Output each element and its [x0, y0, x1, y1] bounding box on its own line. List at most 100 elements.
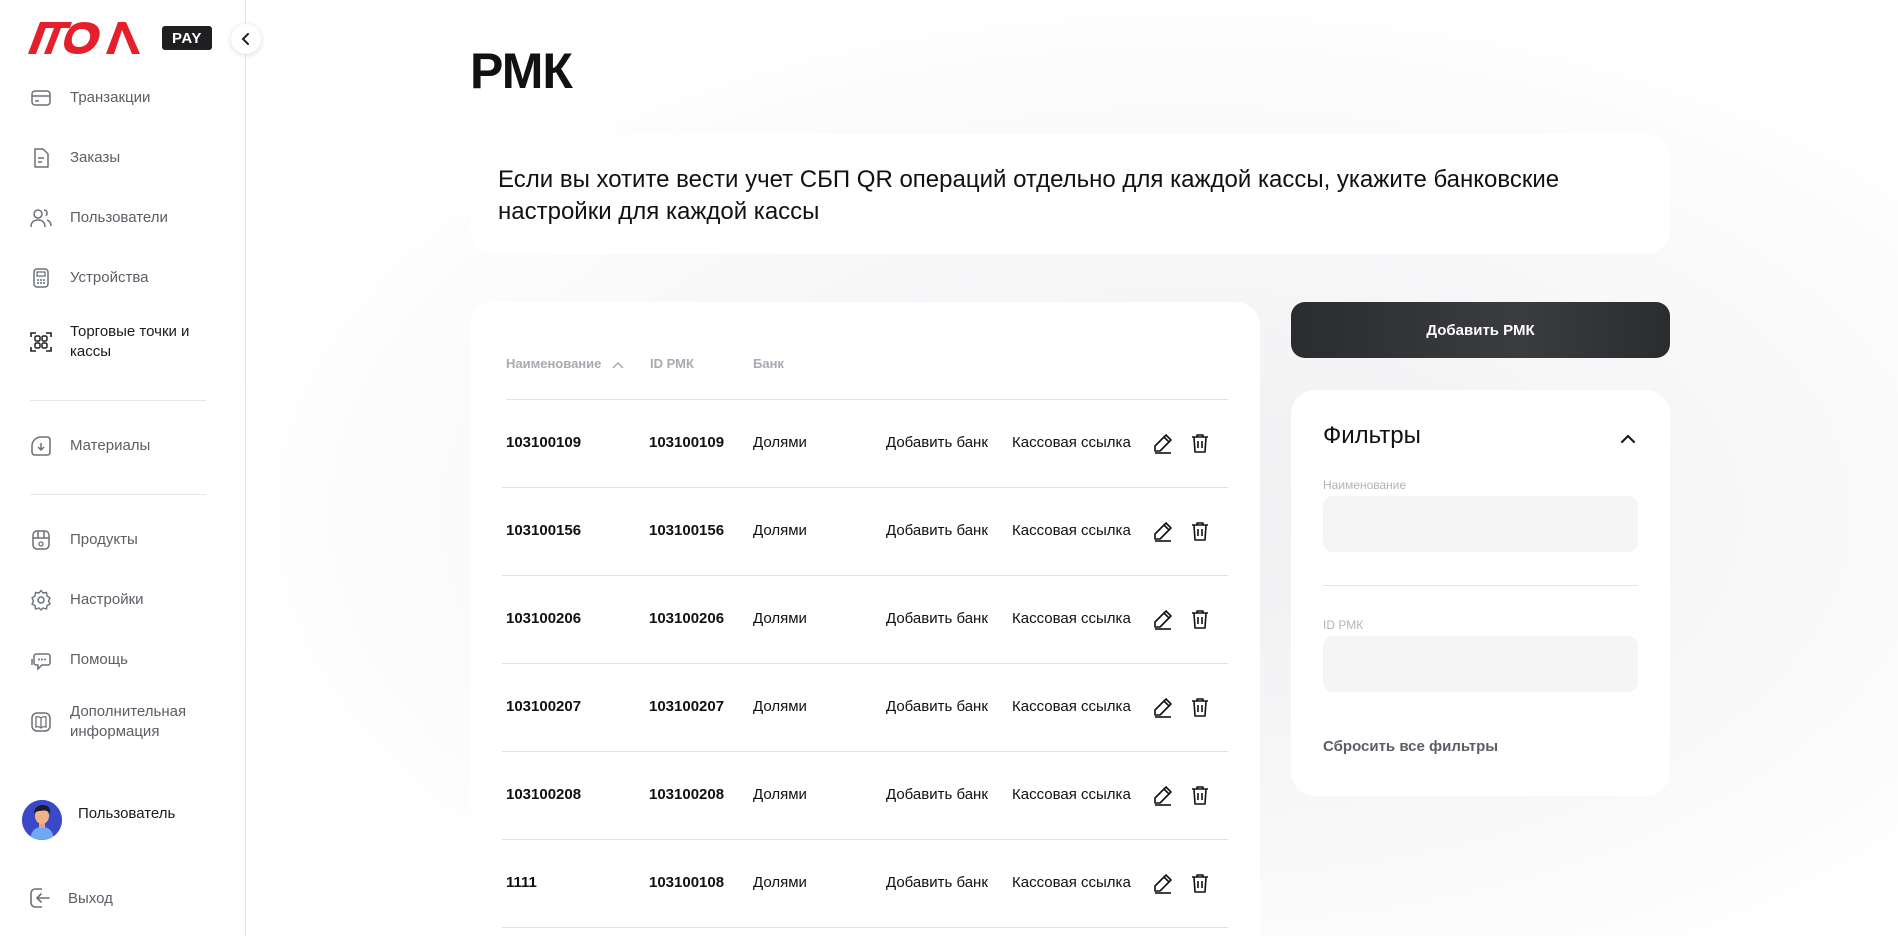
delete-icon[interactable]: [1187, 694, 1213, 720]
sort-ascending-icon: [612, 361, 624, 369]
table-row[interactable]: 103100156 103100156 Долями Добавить банк Кас…: [502, 488, 1228, 576]
filters-title: Фильтры: [1323, 422, 1421, 449]
cell-id: 103100206: [649, 610, 725, 627]
chevron-up-icon: [1621, 434, 1635, 443]
sidebar-item-label: Транзакции: [70, 89, 151, 106]
orders-icon: [28, 145, 54, 171]
logout-button[interactable]: Выход: [28, 886, 113, 910]
page-title: РМК: [470, 43, 573, 99]
sidebar-item-products[interactable]: Продукты: [28, 520, 228, 560]
edit-icon[interactable]: [1150, 518, 1176, 544]
table-row[interactable]: 1111 103100108 Долями Добавить банк Кассовая…: [502, 840, 1228, 928]
materials-icon: [28, 433, 54, 459]
logo-row: PAY: [26, 20, 212, 56]
sidebar-item-devices[interactable]: Устройства: [28, 258, 228, 298]
cell-name: 103100109: [506, 434, 582, 451]
cash-link[interactable]: Кассовая ссылка: [1012, 698, 1131, 715]
info-book-icon: [28, 709, 54, 735]
table-row[interactable]: 103100207 103100207 Долями Добавить банк Кас…: [502, 664, 1228, 752]
sidebar-item-label: Материалы: [70, 437, 151, 454]
stores-icon: [28, 329, 54, 355]
table-row[interactable]: 103100206 103100206 Долями Добавить банк Кас…: [502, 576, 1228, 664]
sidebar-item-label: Дополнительная информация: [70, 703, 187, 740]
add-bank-link[interactable]: Добавить банк: [886, 522, 988, 539]
table-row[interactable]: 103100208 103100208 Долями Добавить банк Кас…: [502, 752, 1228, 840]
cell-id: 103100207: [649, 698, 725, 715]
sidebar-item-stores[interactable]: Торговые точки и кассы: [28, 318, 228, 366]
edit-icon[interactable]: [1150, 870, 1176, 896]
sidebar-item-help[interactable]: Помощь: [28, 640, 228, 680]
add-bank-link[interactable]: Добавить банк: [886, 786, 988, 803]
cash-link[interactable]: Кассовая ссылка: [1012, 522, 1131, 539]
collapse-filters-button[interactable]: [1617, 428, 1639, 450]
cell-bank: Долями: [753, 434, 807, 451]
info-card: Если вы хотите вести учет СБП QR операци…: [470, 134, 1670, 254]
cash-link[interactable]: Кассовая ссылка: [1012, 610, 1131, 627]
sidebar-item-label: Настройки: [70, 591, 144, 608]
filter-separator: [1323, 585, 1638, 586]
devices-icon: [28, 265, 54, 291]
collapse-sidebar-button[interactable]: [231, 24, 261, 54]
avatar-image: [22, 800, 62, 840]
delete-icon[interactable]: [1187, 606, 1213, 632]
add-pos-button[interactable]: Добавить РМК: [1291, 302, 1670, 358]
add-bank-link[interactable]: Добавить банк: [886, 610, 988, 627]
user-profile[interactable]: Пользователь: [22, 800, 175, 840]
reset-filters-link[interactable]: Сбросить все фильтры: [1323, 738, 1498, 755]
add-bank-link[interactable]: Добавить банк: [886, 874, 988, 891]
edit-icon[interactable]: [1150, 430, 1176, 456]
brand-logo[interactable]: [26, 20, 146, 56]
column-name-header[interactable]: Наименование: [506, 356, 625, 371]
chevron-left-icon: [241, 33, 249, 45]
filter-id-label: ID РМК: [1323, 618, 1364, 632]
cell-name: 103100206: [506, 610, 582, 627]
sidebar-item-users[interactable]: Пользователи: [28, 198, 228, 238]
sidebar-divider: [30, 400, 206, 401]
sidebar-item-additional-info[interactable]: Дополнительная информация: [28, 698, 228, 746]
sidebar-item-label: Пользователи: [70, 209, 168, 226]
info-text: Если вы хотите вести учет СБП QR операци…: [498, 166, 1560, 225]
cell-id: 103100108: [649, 874, 725, 891]
add-bank-link[interactable]: Добавить банк: [886, 434, 988, 451]
edit-icon[interactable]: [1150, 694, 1176, 720]
delete-icon[interactable]: [1187, 430, 1213, 456]
users-icon: [28, 205, 54, 231]
delete-icon[interactable]: [1187, 518, 1213, 544]
filter-name-label: Наименование: [1323, 478, 1407, 492]
sidebar-item-orders[interactable]: Заказы: [28, 138, 228, 178]
main-content: РМК Если вы хотите вести учет СБП QR опе…: [246, 0, 1898, 936]
table-row[interactable]: 103100109 103100109 Долями Добавить банк Кас…: [502, 400, 1228, 488]
cell-bank: Долями: [753, 522, 807, 539]
cash-link[interactable]: Кассовая ссылка: [1012, 434, 1131, 451]
column-id-header: ID РМК: [650, 356, 694, 371]
sidebar-item-settings[interactable]: Настройки: [28, 580, 228, 620]
filter-name-input[interactable]: [1323, 496, 1638, 552]
help-icon: [28, 647, 54, 673]
filter-id-input[interactable]: [1323, 636, 1638, 692]
settings-icon: [28, 587, 54, 613]
column-name-header-label: Наименование: [506, 356, 602, 371]
cell-bank: Долями: [753, 786, 807, 803]
logout-label: Выход: [68, 889, 113, 907]
delete-icon[interactable]: [1187, 870, 1213, 896]
edit-icon[interactable]: [1150, 606, 1176, 632]
cell-id: 103100109: [649, 434, 725, 451]
filters-panel: Фильтры Наименование ID РМК Сбросить все…: [1291, 390, 1670, 796]
cash-link[interactable]: Кассовая ссылка: [1012, 786, 1131, 803]
sidebar-item-materials[interactable]: Материалы: [28, 426, 228, 466]
column-bank-header: Банк: [753, 356, 784, 371]
sidebar-item-transactions[interactable]: Транзакции: [28, 78, 228, 118]
user-name: Пользователь: [78, 804, 176, 822]
delete-icon[interactable]: [1187, 782, 1213, 808]
add-bank-link[interactable]: Добавить банк: [886, 698, 988, 715]
cell-bank: Долями: [753, 610, 807, 627]
sidebar-item-label: Устройства: [70, 269, 149, 286]
edit-icon[interactable]: [1150, 782, 1176, 808]
cash-link[interactable]: Кассовая ссылка: [1012, 874, 1131, 891]
cell-id: 103100208: [649, 786, 725, 803]
cell-id: 103100156: [649, 522, 725, 539]
cell-name: 103100156: [506, 522, 582, 539]
cell-name: 1111: [506, 874, 537, 891]
avatar[interactable]: [22, 800, 62, 840]
sidebar-item-label: Помощь: [70, 651, 128, 668]
